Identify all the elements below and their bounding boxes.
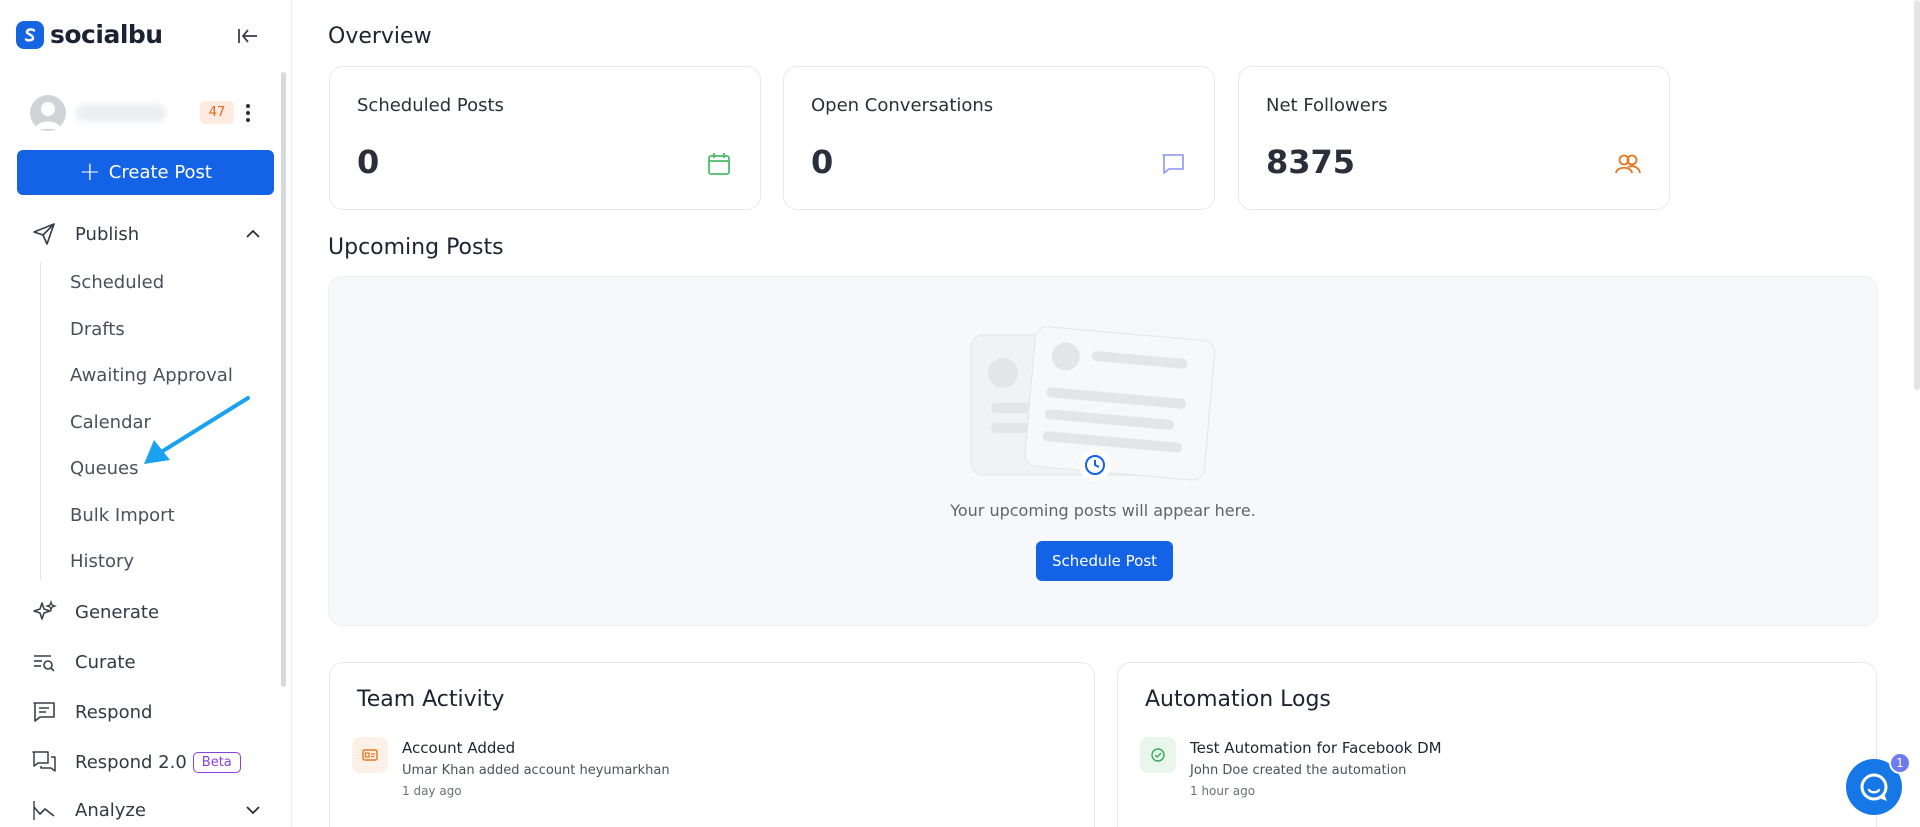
activity-item: Account Added Umar Khan added account he… [352, 737, 670, 798]
stat-value: 8375 [1266, 143, 1356, 181]
stat-value: 0 [357, 143, 380, 181]
id-card-icon [352, 737, 388, 773]
nav-generate[interactable]: Generate [30, 597, 262, 627]
overview-title: Overview [328, 24, 432, 49]
stat-card-net-followers[interactable]: Net Followers 8375 [1238, 66, 1670, 210]
nav-respond[interactable]: Respond [30, 697, 262, 727]
avatar [30, 95, 66, 131]
send-icon [30, 220, 58, 248]
log-title: Test Automation for Facebook DM [1190, 739, 1442, 757]
page-scrollbar[interactable] [1914, 0, 1920, 390]
publish-submenu-line [40, 262, 41, 580]
schedule-post-button[interactable]: Schedule Post [1036, 541, 1173, 581]
upcoming-posts-panel: Your upcoming posts will appear here. Sc… [328, 276, 1878, 626]
chat-notification-badge: 1 [1889, 752, 1911, 774]
upcoming-posts-title: Upcoming Posts [328, 235, 504, 260]
user-profile[interactable]: 47 [30, 95, 262, 131]
stat-value: 0 [811, 143, 834, 181]
chat-support-icon [1860, 773, 1888, 801]
stat-card-open-conversations[interactable]: Open Conversations 0 [783, 66, 1215, 210]
nav-analyze-label: Analyze [75, 799, 146, 821]
sidebar-item-scheduled[interactable]: Scheduled [70, 272, 164, 293]
log-item: Test Automation for Facebook DM John Doe… [1140, 737, 1442, 798]
message-icon [30, 698, 58, 726]
nav-curate[interactable]: Curate [30, 647, 262, 677]
sidebar-item-calendar[interactable]: Calendar [70, 412, 151, 433]
sidebar-item-drafts[interactable]: Drafts [70, 319, 125, 340]
sidebar-item-history[interactable]: History [70, 551, 134, 572]
chart-line-icon [30, 796, 58, 824]
log-time: 1 hour ago [1190, 784, 1256, 798]
beta-badge: Beta [192, 751, 241, 773]
nav-respond-label: Respond [75, 701, 153, 723]
team-activity-title: Team Activity [357, 687, 505, 712]
sidebar-item-awaiting-approval[interactable]: Awaiting Approval [70, 365, 233, 386]
team-activity-panel: Team Activity Account Added Umar Khan ad… [329, 662, 1095, 827]
users-icon [1615, 154, 1641, 174]
nav-generate-label: Generate [75, 601, 160, 623]
chevron-up-icon[interactable] [244, 225, 262, 243]
create-post-button[interactable]: + Create Post [17, 150, 274, 195]
automation-logs-panel: Automation Logs Test Automation for Face… [1117, 662, 1877, 827]
chevron-down-icon[interactable] [244, 801, 262, 819]
sidebar-item-bulk-import[interactable]: Bulk Import [70, 505, 175, 526]
nav-respond-2[interactable]: Respond 2.0 Beta [30, 747, 262, 777]
sidebar: socialbu 47 + Create Post Publish Schedu… [0, 0, 292, 827]
empty-state-text: Your upcoming posts will appear here. [950, 501, 1256, 520]
stat-label: Open Conversations [811, 95, 994, 116]
chat-bubble-icon [1162, 154, 1184, 174]
nav-publish-label: Publish [75, 223, 140, 245]
notification-count-badge[interactable]: 47 [200, 101, 234, 124]
activity-description: Umar Khan added account heyumarkhan [402, 763, 670, 778]
calendar-icon [708, 153, 730, 175]
sidebar-item-queues[interactable]: Queues [70, 458, 139, 479]
brand-name: socialbu [50, 20, 163, 49]
nav-curate-label: Curate [75, 651, 136, 673]
username-redacted [76, 104, 166, 122]
main-content: Overview Scheduled Posts 0 Open Conversa… [292, 0, 1920, 827]
nav-analyze[interactable]: Analyze [30, 795, 262, 825]
sidebar-scrollbar[interactable] [281, 72, 286, 687]
sparkle-icon [30, 598, 58, 626]
more-options-icon[interactable] [240, 99, 256, 127]
stat-label: Net Followers [1266, 95, 1388, 116]
stat-label: Scheduled Posts [357, 95, 504, 116]
log-description: John Doe created the automation [1190, 763, 1407, 778]
brand-logo[interactable]: socialbu [16, 20, 163, 49]
socialbu-logo-icon [16, 20, 44, 49]
plus-icon: + [79, 156, 101, 187]
nav-respond-2-label: Respond 2.0 [75, 751, 187, 773]
empty-posts-illustration [970, 326, 1216, 481]
check-circle-icon [1140, 737, 1176, 773]
stat-card-scheduled-posts[interactable]: Scheduled Posts 0 [329, 66, 761, 210]
messages-icon [30, 748, 58, 776]
create-post-label: Create Post [108, 162, 212, 183]
search-list-icon [30, 648, 58, 676]
automation-logs-title: Automation Logs [1145, 687, 1331, 712]
activity-title: Account Added [402, 739, 516, 757]
collapse-sidebar-icon[interactable] [236, 24, 260, 48]
nav-publish[interactable]: Publish [30, 219, 262, 249]
annotation-arrow-icon [144, 396, 250, 464]
activity-time: 1 day ago [402, 784, 462, 798]
